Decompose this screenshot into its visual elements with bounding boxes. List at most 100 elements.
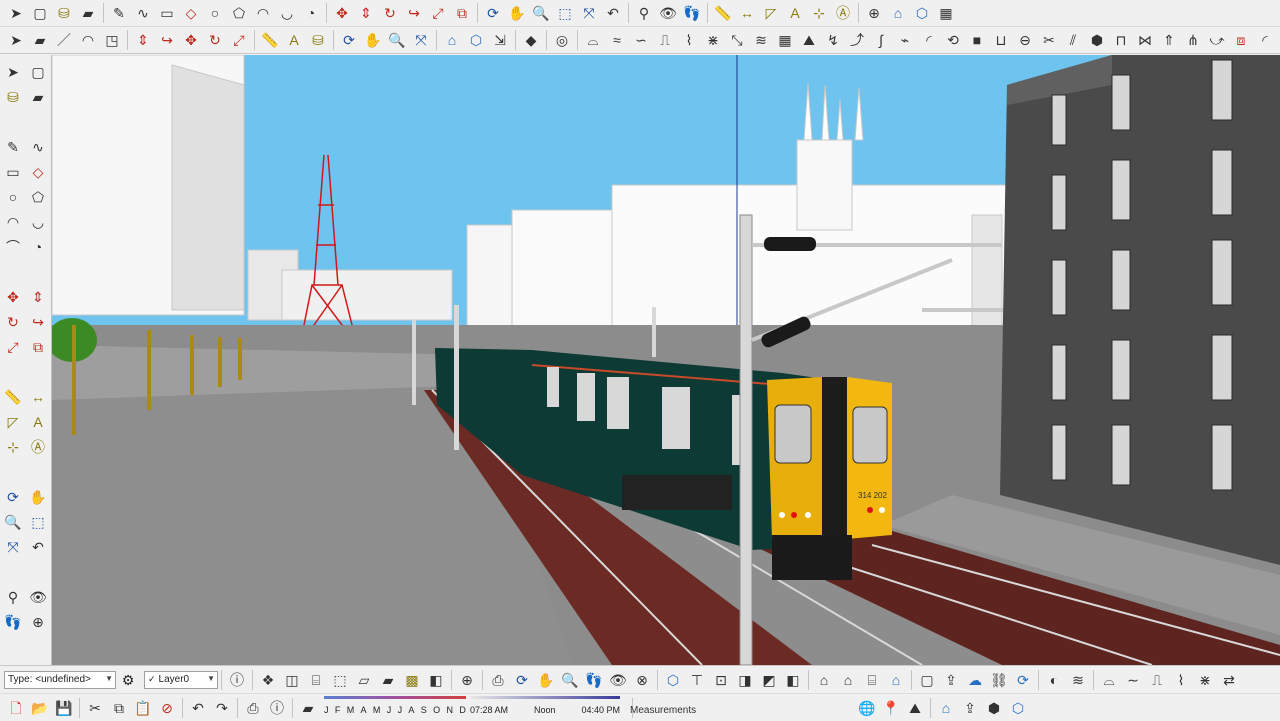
- push-pull-icon[interactable]: ⇕: [26, 284, 50, 309]
- arc-tool-icon[interactable]: ◜: [917, 28, 941, 52]
- select-icon[interactable]: ➤: [4, 28, 28, 52]
- component-icon[interactable]: ▢: [26, 59, 50, 84]
- axes-icon[interactable]: ⊹: [1, 434, 25, 459]
- tape-measure-icon[interactable]: 📏: [258, 28, 282, 52]
- fog-icon[interactable]: ≋: [1066, 668, 1090, 692]
- paste-icon[interactable]: 📋: [131, 696, 155, 720]
- protractor-icon[interactable]: ◸: [1, 409, 25, 434]
- orbit-icon[interactable]: ⟳: [337, 28, 361, 52]
- freehand-icon[interactable]: ∿: [26, 134, 50, 159]
- xray-icon[interactable]: ◫: [280, 668, 304, 692]
- scale-icon[interactable]: ⤢: [1, 334, 25, 359]
- house-icon[interactable]: ⌂: [836, 668, 860, 692]
- zoom-icon[interactable]: 🔍: [529, 1, 553, 25]
- flip-edge-icon[interactable]: ⤡: [725, 28, 749, 52]
- split-icon[interactable]: ⫽: [1061, 28, 1085, 52]
- tape-measure-icon[interactable]: 📏: [711, 1, 735, 25]
- section-plane-icon[interactable]: ⊕: [455, 668, 479, 692]
- component-icon[interactable]: ▢: [28, 1, 52, 25]
- right-icon[interactable]: ◨: [733, 668, 757, 692]
- add-detail-icon[interactable]: ⋇: [701, 28, 725, 52]
- scale-icon[interactable]: ⤢: [227, 28, 251, 52]
- bend-icon[interactable]: ⤴: [845, 28, 869, 52]
- weld-icon[interactable]: ⋈: [1133, 28, 1157, 52]
- 3d-text-icon[interactable]: Ⓐ: [26, 434, 50, 459]
- subtract-icon[interactable]: ⊖: [1013, 28, 1037, 52]
- export-icon[interactable]: ⇪: [939, 668, 963, 692]
- rotate-icon[interactable]: ↻: [203, 28, 227, 52]
- extension-icon[interactable]: ⬡: [464, 28, 488, 52]
- move-icon[interactable]: ✥: [179, 28, 203, 52]
- position-camera-icon[interactable]: ⚲: [632, 1, 656, 25]
- polyline-icon[interactable]: ⌁: [893, 28, 917, 52]
- eraser-icon[interactable]: ▰: [28, 28, 52, 52]
- orbit-icon[interactable]: ⟳: [510, 668, 534, 692]
- stamp-icon[interactable]: ⎍: [653, 28, 677, 52]
- axes-icon[interactable]: ⊹: [807, 1, 831, 25]
- zoom-window-icon[interactable]: ⬚: [553, 1, 577, 25]
- arc-icon[interactable]: ◠: [251, 1, 275, 25]
- add-detail-icon[interactable]: ⋇: [1193, 668, 1217, 692]
- previous-view-icon[interactable]: ↶: [601, 1, 625, 25]
- offset-tool-icon[interactable]: ⧈: [1229, 28, 1253, 52]
- new-icon[interactable]: 🗋: [4, 696, 28, 720]
- sandbox-icon[interactable]: ⌓: [1097, 668, 1121, 692]
- terrain-icon[interactable]: ⛰: [903, 696, 927, 720]
- look-around-icon[interactable]: 👁: [26, 584, 50, 609]
- entity-info-icon[interactable]: ⓘ: [225, 668, 249, 692]
- link-icon[interactable]: ⛓: [987, 668, 1011, 692]
- shadow-timeline[interactable]: JFMAMJJASOND 07:28 AM Noon 04:40 PM: [324, 695, 622, 721]
- location-icon[interactable]: 📍: [879, 696, 903, 720]
- stamp-icon[interactable]: ⎍: [1145, 668, 1169, 692]
- circle-icon[interactable]: ○: [1, 184, 25, 209]
- rotate-icon[interactable]: ↻: [378, 1, 402, 25]
- hidden-line-icon[interactable]: ▱: [352, 668, 376, 692]
- styles-icon[interactable]: ❖: [256, 668, 280, 692]
- component-share-icon[interactable]: ⬢: [982, 696, 1006, 720]
- trim-icon[interactable]: ✂: [1037, 28, 1061, 52]
- warehouse-icon[interactable]: ⌂: [440, 28, 464, 52]
- follow-me-icon[interactable]: ↪: [26, 309, 50, 334]
- text-icon[interactable]: A: [783, 1, 807, 25]
- select-icon[interactable]: ➤: [1, 59, 25, 84]
- two-point-arc-icon[interactable]: ◡: [26, 209, 50, 234]
- pie-icon[interactable]: ◔: [299, 1, 323, 25]
- pan-icon[interactable]: ✋: [26, 484, 50, 509]
- redo-icon[interactable]: ↷: [210, 696, 234, 720]
- eraser-icon[interactable]: ▰: [26, 84, 50, 109]
- extension-warehouse-icon[interactable]: ⬡: [910, 1, 934, 25]
- pencil-icon[interactable]: ✎: [1, 134, 25, 159]
- pan-icon[interactable]: ✋: [505, 1, 529, 25]
- circle-icon[interactable]: ○: [203, 1, 227, 25]
- previous-view-icon[interactable]: ↶: [26, 534, 50, 559]
- save-icon[interactable]: 💾: [52, 696, 76, 720]
- smoove-icon[interactable]: ∽: [629, 28, 653, 52]
- tape-measure-icon[interactable]: 📏: [1, 384, 25, 409]
- warehouse-icon[interactable]: ⌂: [886, 1, 910, 25]
- section-plane-icon[interactable]: ⊕: [26, 609, 50, 634]
- shop-icon[interactable]: ⌸: [860, 668, 884, 692]
- time-slider[interactable]: [470, 695, 620, 699]
- pan-icon[interactable]: ✋: [361, 28, 385, 52]
- three-point-arc-icon[interactable]: ⌒: [1, 234, 25, 259]
- helix-icon[interactable]: ⟲: [941, 28, 965, 52]
- protractor-icon[interactable]: ◸: [759, 1, 783, 25]
- shaded-icon[interactable]: ▰: [376, 668, 400, 692]
- zoom-extents-icon[interactable]: ⤧: [577, 1, 601, 25]
- terrain-icon[interactable]: ⛰: [797, 28, 821, 52]
- flip-icon[interactable]: ⇄: [1217, 668, 1241, 692]
- undo-icon[interactable]: ↶: [186, 696, 210, 720]
- zoom-icon[interactable]: 🔍: [1, 509, 25, 534]
- account-icon[interactable]: ◎: [550, 28, 574, 52]
- component-icon[interactable]: ▢: [915, 668, 939, 692]
- follow-me-icon[interactable]: ↪: [402, 1, 426, 25]
- front-icon[interactable]: ⊡: [709, 668, 733, 692]
- zoom-icon[interactable]: 🔍: [385, 28, 409, 52]
- rotated-rectangle-icon[interactable]: ◇: [26, 159, 50, 184]
- delete-icon[interactable]: ⊘: [155, 696, 179, 720]
- spline-icon[interactable]: ∫: [869, 28, 893, 52]
- 3d-viewport[interactable]: 314 202: [52, 55, 1280, 665]
- push-pull-icon[interactable]: ⇕: [354, 1, 378, 25]
- solid-icon[interactable]: ■: [965, 28, 989, 52]
- rectangle-icon[interactable]: ▭: [1, 159, 25, 184]
